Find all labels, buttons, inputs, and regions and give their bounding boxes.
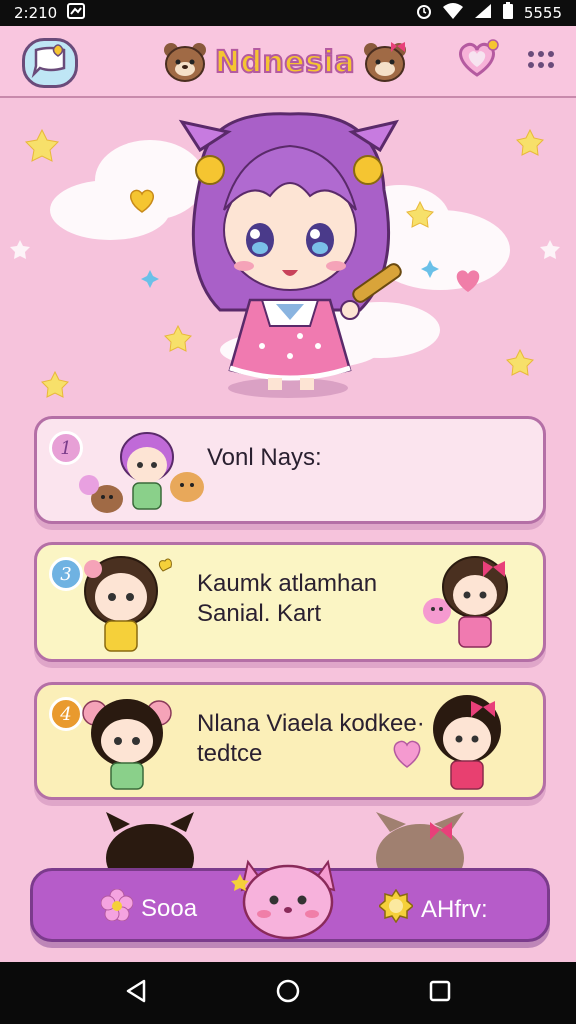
chibi-girl-bow-illustration bbox=[393, 695, 501, 790]
chibi-girl-bow-illustration bbox=[423, 556, 508, 648]
favorites-button[interactable] bbox=[452, 36, 502, 86]
sooa-button[interactable]: Sooa bbox=[100, 888, 198, 928]
system-navigation-bar bbox=[0, 962, 576, 1024]
sooa-label: Sooa bbox=[141, 894, 198, 922]
status-time: 2:210 bbox=[14, 4, 58, 22]
menu-button[interactable] bbox=[522, 44, 560, 80]
nav-recents-button[interactable] bbox=[420, 973, 460, 1013]
chibi-girl-illustration bbox=[84, 556, 172, 652]
heart-icon bbox=[455, 37, 499, 85]
hero-illustration bbox=[0, 100, 576, 410]
chibi-girl-illustration bbox=[82, 699, 172, 790]
card-2-text-line-1: Kaumk atlamhan bbox=[197, 570, 378, 597]
card-3-text-line-2: tedtce bbox=[197, 740, 263, 767]
menu-dots-icon bbox=[526, 49, 556, 75]
list-item-3[interactable]: 4 Nlana Viaela kodkee· tedtce bbox=[34, 682, 546, 800]
signal-icon bbox=[474, 3, 492, 23]
wifi-icon bbox=[442, 3, 464, 23]
sun-badge-icon bbox=[377, 888, 415, 930]
alarm-icon bbox=[416, 3, 432, 23]
app-bar: Ndnesia bbox=[0, 26, 576, 98]
ahfrv-button[interactable]: AHfrv: bbox=[377, 888, 488, 930]
ahfrv-label: AHfrv: bbox=[421, 895, 488, 923]
nav-home-button[interactable] bbox=[268, 973, 308, 1013]
chibi-group-illustration bbox=[79, 432, 204, 513]
list-item-2[interactable]: 3 Kaumk atlamhan Sanial. Kart bbox=[34, 542, 546, 662]
notification-icon bbox=[67, 3, 86, 23]
bear-with-bow-icon bbox=[361, 40, 409, 84]
square-recents-icon bbox=[429, 980, 451, 1006]
app-title-group: Ndnesia bbox=[150, 36, 420, 88]
battery-icon bbox=[502, 2, 514, 24]
card-1-text: Vonl Nays: bbox=[207, 444, 322, 471]
triangle-back-icon bbox=[125, 979, 147, 1007]
circle-home-icon bbox=[275, 978, 301, 1008]
nav-back-button[interactable] bbox=[116, 973, 156, 1013]
back-button[interactable] bbox=[22, 38, 78, 88]
flower-icon bbox=[100, 888, 134, 928]
bear-mascot-icon bbox=[161, 40, 209, 84]
cat-mascot-icon bbox=[231, 859, 336, 940]
app-title: Ndnesia bbox=[214, 44, 356, 81]
list-item-1[interactable]: 1 Vonl Nays: bbox=[34, 416, 546, 524]
battery-level: 5555 bbox=[523, 4, 562, 22]
card-2-text-line-2: Sanial. Kart bbox=[197, 600, 322, 627]
chat-bubble-icon bbox=[30, 44, 70, 82]
status-bar: 2:210 5555 bbox=[0, 0, 576, 26]
